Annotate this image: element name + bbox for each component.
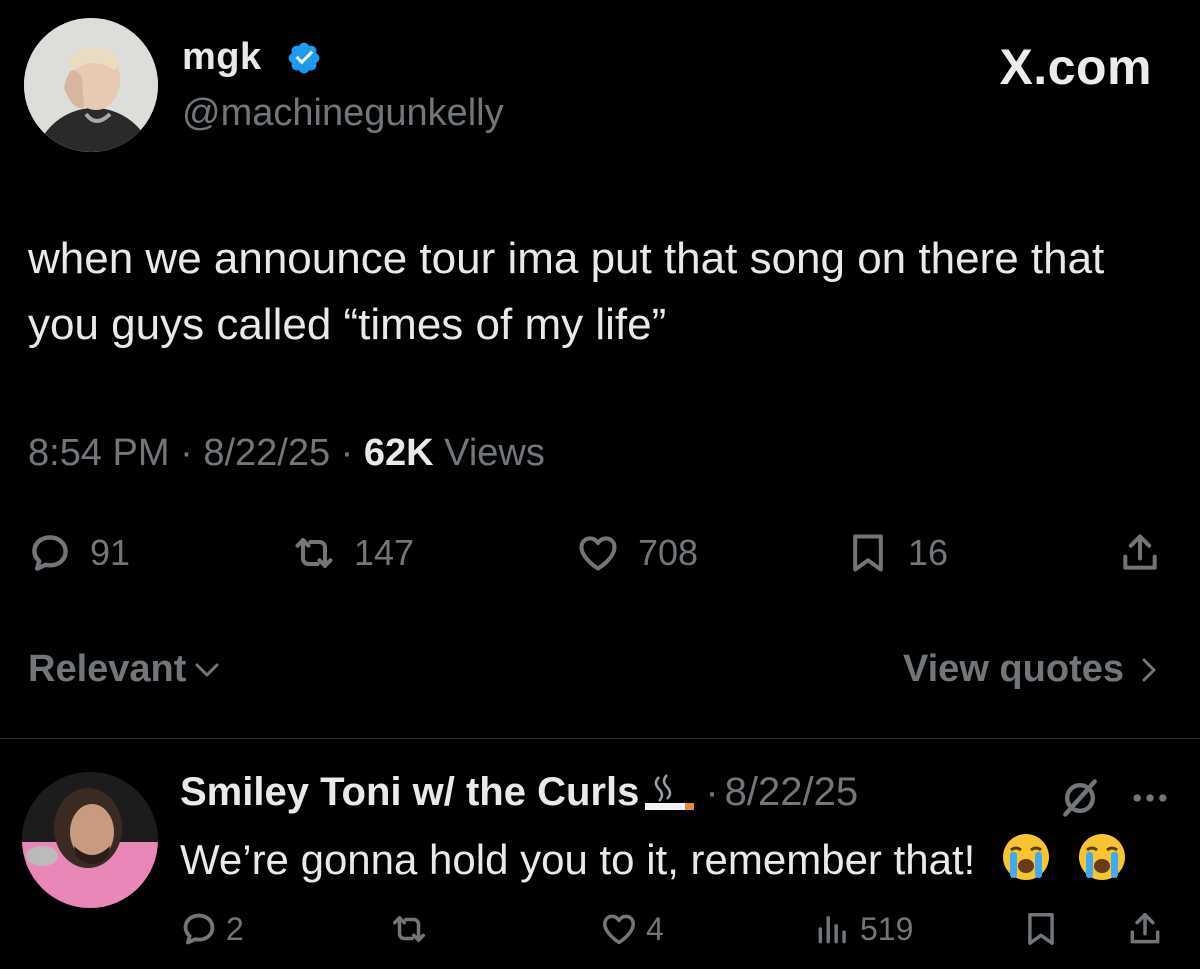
share-button[interactable] [1118, 528, 1180, 578]
share-icon [1123, 534, 1157, 570]
crying-face-emoji [1003, 834, 1049, 880]
reply-bookmark-button[interactable] [1022, 906, 1068, 952]
like-icon [603, 914, 635, 945]
reply-button[interactable]: 91 [28, 528, 130, 578]
reply-share-button[interactable] [1126, 906, 1172, 952]
like-button[interactable]: 708 [576, 528, 698, 578]
sort-label: Relevant [28, 648, 187, 690]
reply-views-count: 519 [860, 910, 914, 947]
sort-relevant-button[interactable]: Relevant [28, 648, 222, 691]
cigarette-emoji [645, 773, 695, 810]
reply-header: Smiley Toni w/ the Curls · 8/22/25 [180, 770, 858, 815]
reply-text: We’re gonna hold you to it, remember tha… [180, 832, 1127, 884]
reply-reply-button[interactable]: 2 [180, 906, 244, 952]
bookmark-count: 16 [908, 532, 949, 573]
brand-watermark: X.com [999, 39, 1152, 95]
no-link-icon[interactable] [1058, 776, 1102, 820]
reply-views-button[interactable]: 519 [814, 906, 913, 952]
views-count: 62K [363, 432, 434, 474]
reply-repost-button[interactable] [390, 906, 436, 952]
repost-icon [393, 916, 425, 942]
tweet-text: when we announce tour ima put that song … [28, 234, 1105, 349]
author-handle[interactable]: @machinegunkelly [182, 92, 504, 135]
reply-text-content: We’re gonna hold you to it, remember tha… [180, 836, 976, 883]
reply-date[interactable]: 8/22/25 [725, 770, 858, 815]
views-label: Views [444, 432, 545, 474]
tweet-time[interactable]: 8:54 PM [28, 432, 170, 474]
reply-like-button[interactable]: 4 [600, 906, 664, 952]
like-count: 708 [638, 532, 699, 573]
author-avatar[interactable] [24, 18, 158, 152]
share-icon [1130, 913, 1160, 944]
reply-like-count: 4 [646, 910, 664, 947]
repost-icon [295, 538, 333, 568]
repost-count: 147 [354, 532, 415, 573]
views-icon [818, 916, 846, 944]
reply-date-sep: · [705, 770, 719, 814]
view-quotes-link[interactable]: View quotes [903, 648, 1164, 691]
repost-button[interactable]: 147 [292, 528, 414, 578]
reply-icon [183, 913, 215, 945]
crying-face-emoji [1078, 834, 1125, 880]
reply-author-name[interactable]: Smiley Toni w/ the Curls [180, 770, 639, 815]
tweet-date[interactable]: 8/22/25 [203, 432, 330, 474]
bookmark-icon [1028, 913, 1054, 945]
reply-author-avatar[interactable] [22, 772, 158, 908]
tweet-meta: 8:54 PM · 8/22/25 · 62K Views [28, 432, 545, 474]
reply-reply-count: 2 [226, 910, 244, 947]
reply-count: 91 [90, 532, 131, 573]
verified-badge-icon [286, 40, 322, 76]
divider [0, 738, 1200, 739]
bookmark-icon [853, 534, 883, 572]
bookmark-button[interactable]: 16 [846, 528, 948, 578]
chevron-down-icon [195, 663, 219, 676]
author-display-name[interactable]: mgk [182, 36, 262, 79]
like-icon [579, 536, 617, 571]
more-icon[interactable] [1128, 776, 1172, 820]
view-quotes-label: View quotes [902, 648, 1124, 690]
reply-icon [32, 535, 68, 571]
chevron-right-icon [1142, 658, 1156, 681]
